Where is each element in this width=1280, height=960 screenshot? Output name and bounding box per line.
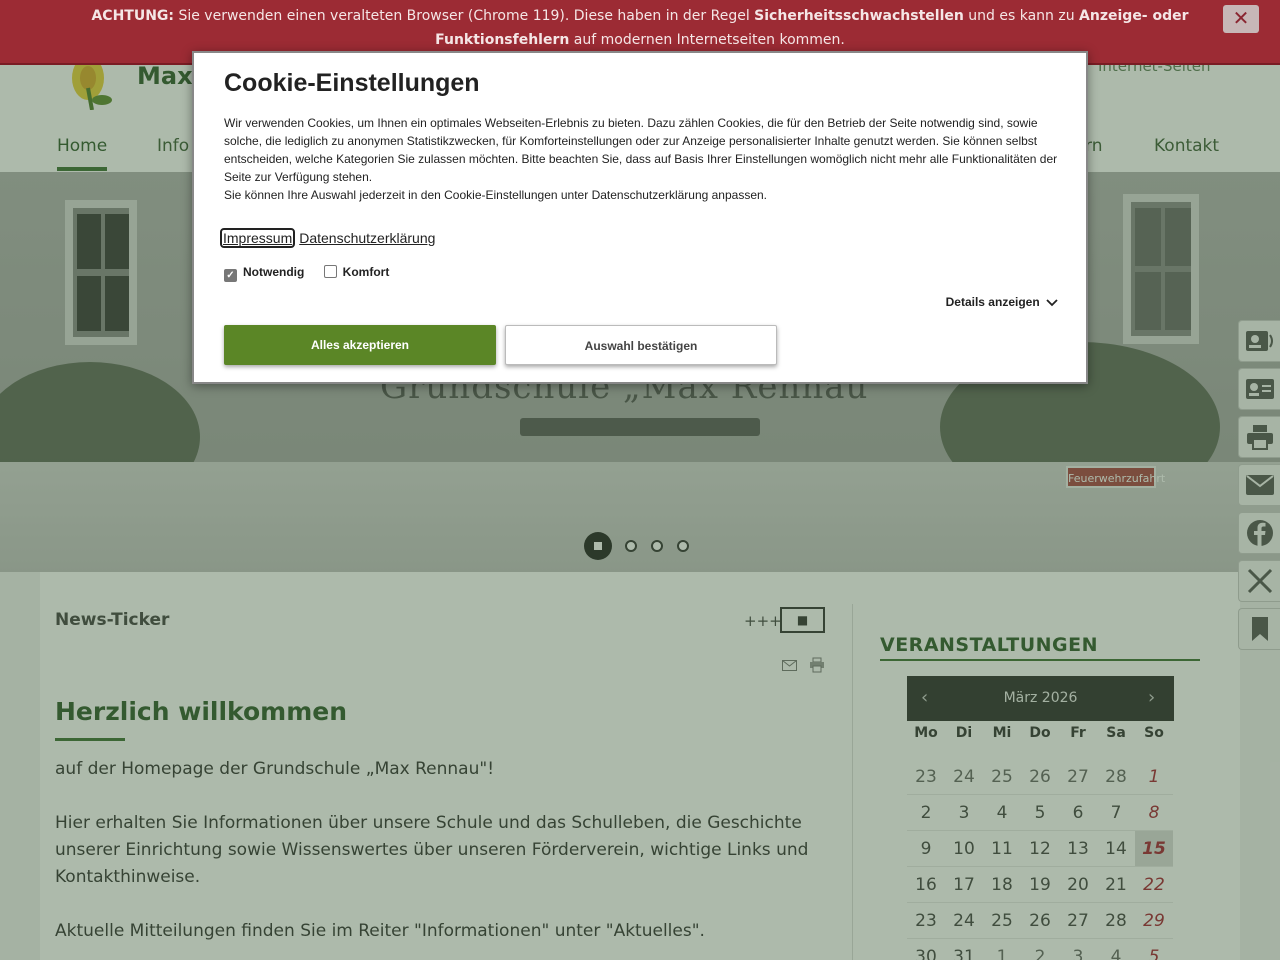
- cookie-dialog-text: Wir verwenden Cookies, um Ihnen ein opti…: [224, 114, 1064, 204]
- notwendig-checkbox[interactable]: ✓: [224, 269, 237, 282]
- confirm-selection-button[interactable]: Auswahl bestätigen: [505, 325, 777, 365]
- details-label: Details anzeigen: [945, 295, 1040, 309]
- cookie-text-main: Wir verwenden Cookies, um Ihnen ein opti…: [224, 116, 1058, 184]
- warning-text-1: Sie verwenden einen veralteten Browser (…: [174, 8, 755, 24]
- details-toggle[interactable]: Details anzeigen: [946, 295, 1058, 309]
- warning-text-2: und es kann zu: [963, 8, 1080, 24]
- cookie-categories: ✓ Notwendig Komfort: [224, 265, 389, 282]
- impressum-link[interactable]: Impressum: [219, 228, 296, 248]
- cookie-text-secondary: Sie können Ihre Auswahl jederzeit in den…: [224, 188, 768, 202]
- warning-text-3: auf modernen Internetseiten kommen.: [569, 32, 845, 48]
- komfort-checkbox[interactable]: [323, 265, 337, 278]
- komfort-label: Komfort: [342, 265, 390, 279]
- warning-bold-1: Sicherheitsschwachstellen: [754, 8, 964, 24]
- warning-close-button[interactable]: ✕: [1223, 5, 1259, 33]
- warning-prefix: ACHTUNG:: [91, 8, 175, 24]
- datenschutz-link[interactable]: Datenschutzerklärung: [299, 230, 435, 246]
- accept-all-button[interactable]: Alles akzeptieren: [224, 325, 496, 365]
- cookie-dialog-title: Cookie-Einstellungen: [224, 69, 480, 97]
- notwendig-label: Notwendig: [243, 265, 305, 279]
- cookie-links: Impressum Datenschutzerklärung: [219, 228, 441, 248]
- chevron-down-icon: [1046, 299, 1058, 307]
- cookie-dialog: Cookie-Einstellungen Wir verwenden Cooki…: [192, 51, 1088, 384]
